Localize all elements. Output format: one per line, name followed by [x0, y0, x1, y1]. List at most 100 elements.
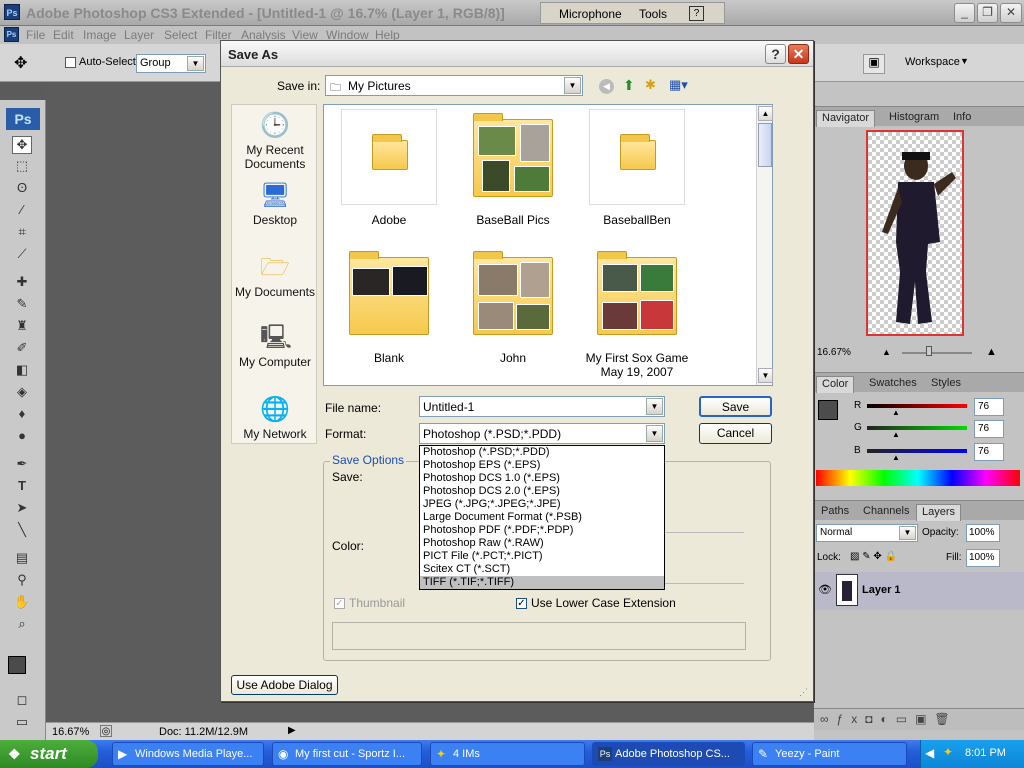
eyedropper-tool-icon[interactable]: ⚲ — [12, 572, 32, 590]
folder-item-my-first-sox-game[interactable]: My First Sox Game May 19, 2007 — [574, 247, 700, 379]
layers-footer-icons[interactable]: ∞ƒx◘◐▭▣🗑 — [814, 708, 1024, 730]
type-tool-icon[interactable]: T — [12, 478, 32, 496]
place-my-documents[interactable]: 🗁 My Documents — [232, 253, 318, 299]
tab-info[interactable]: Info — [948, 110, 976, 127]
save-in-dropdown[interactable]: 🗀 My Pictures ▼ — [325, 75, 583, 96]
view-menu-icon[interactable]: ▦▾ — [669, 77, 688, 93]
taskbar-item-photoshop[interactable]: Ps Adobe Photoshop CS... — [592, 742, 745, 766]
status-icon[interactable]: ◎ — [100, 725, 112, 737]
menu-layer[interactable]: Layer — [124, 28, 154, 42]
eraser-tool-icon[interactable]: ◧ — [12, 362, 32, 380]
folder-item-john[interactable]: John — [458, 247, 568, 365]
folder-item-baseballben[interactable]: BaseballBen — [582, 109, 692, 227]
blend-mode-dropdown[interactable]: Normal ▼ — [816, 524, 918, 542]
notes-tool-icon[interactable]: ▤ — [12, 550, 32, 568]
healing-brush-icon[interactable]: ✚ — [12, 274, 32, 292]
format-option[interactable]: Photoshop DCS 2.0 (*.EPS) — [420, 485, 664, 498]
zoom-in-icon[interactable]: ▲ — [986, 346, 997, 358]
taskbar-item-media-player[interactable]: ▶ Windows Media Playe... — [112, 742, 264, 766]
scroll-thumb[interactable] — [758, 123, 772, 167]
menu-select[interactable]: Select — [164, 28, 197, 42]
tab-histogram[interactable]: Histogram — [884, 110, 944, 127]
line-tool-icon[interactable]: ╲ — [12, 522, 32, 540]
format-option[interactable]: Scitex CT (*.SCT) — [420, 563, 664, 576]
help-icon[interactable]: ? — [689, 6, 704, 21]
layer-row[interactable]: 👁 Layer 1 — [814, 572, 1024, 610]
fill-field[interactable]: 100% — [966, 549, 1000, 567]
format-option[interactable]: Photoshop Raw (*.RAW) — [420, 537, 664, 550]
tab-layers[interactable]: Layers — [916, 504, 962, 521]
brush-tool-icon[interactable]: ✎ — [12, 296, 32, 314]
scroll-up-icon[interactable]: ▲ — [758, 106, 773, 121]
paint-bucket-icon[interactable]: ◈ — [12, 384, 32, 402]
blur-tool-icon[interactable]: ♦ — [12, 406, 32, 424]
format-option[interactable]: JPEG (*.JPG;*.JPEG;*.JPE) — [420, 498, 664, 511]
scroll-down-icon[interactable]: ▼ — [758, 368, 773, 383]
place-my-computer[interactable]: 🖳 My Computer — [232, 323, 318, 369]
tab-paths[interactable]: Paths — [816, 504, 854, 521]
format-option[interactable]: Large Document Format (*.PSB) — [420, 511, 664, 524]
format-option-selected[interactable]: TIFF (*.TIF;*.TIFF) — [420, 576, 664, 589]
tab-channels[interactable]: Channels — [858, 504, 914, 521]
microphone-button[interactable]: Microphone — [559, 7, 622, 21]
lock-icon[interactable]: ▨ ✎ ✥ 🔒 — [850, 551, 897, 562]
move-tool-icon[interactable]: ✥ — [12, 136, 32, 154]
bridge-icon[interactable]: ▣ — [863, 54, 885, 74]
magic-wand-tool-icon[interactable]: ⁄ — [12, 202, 32, 220]
help-button[interactable]: ? — [765, 44, 786, 64]
marquee-tool-icon[interactable]: ⬚ — [12, 158, 32, 176]
close-app-button[interactable]: ✕ — [1000, 3, 1022, 23]
cancel-button[interactable]: Cancel — [699, 423, 772, 444]
use-adobe-dialog-button[interactable]: Use Adobe Dialog — [231, 675, 338, 695]
path-selection-icon[interactable]: ➤ — [12, 500, 32, 518]
taskbar-item-paint[interactable]: ✎ Yeezy - Paint — [752, 742, 907, 766]
hand-tool-icon[interactable]: ✋ — [12, 594, 32, 612]
menu-image[interactable]: Image — [83, 28, 116, 42]
photoshop-app-icon[interactable]: Ps — [4, 4, 20, 20]
red-value-field[interactable]: 76 — [974, 398, 1004, 416]
format-option[interactable]: Photoshop DCS 1.0 (*.EPS) — [420, 472, 664, 485]
tab-navigator[interactable]: Navigator — [816, 110, 876, 127]
move-tool-icon[interactable]: ✥ — [14, 53, 27, 73]
resize-grip-icon[interactable]: ⋰ — [799, 687, 808, 698]
green-value-field[interactable]: 76 — [974, 420, 1004, 438]
slider-thumb-icon[interactable]: ▲ — [892, 408, 900, 417]
menu-file[interactable]: File — [26, 28, 45, 42]
up-folder-icon[interactable]: ⬆ — [623, 77, 635, 94]
crop-tool-icon[interactable]: ⌗ — [12, 224, 32, 242]
close-dialog-button[interactable]: ✕ — [788, 44, 809, 64]
start-button[interactable]: ❖ start — [0, 740, 98, 768]
format-option[interactable]: PICT File (*.PCT;*.PICT) — [420, 550, 664, 563]
foreground-color-swatch[interactable] — [8, 656, 26, 674]
folder-item-baseball-pics[interactable]: BaseBall Pics — [458, 109, 568, 227]
minimize-button[interactable]: _ — [954, 3, 975, 23]
thumbnail-checkbox[interactable]: ✓ — [334, 598, 345, 609]
navigator-zoom[interactable]: 16.67% — [817, 347, 851, 358]
zoom-tool-icon[interactable]: ⌕ — [12, 616, 32, 634]
format-dropdown[interactable]: Photoshop (*.PSD;*.PDD) ▼ — [419, 423, 665, 444]
zoom-slider[interactable] — [902, 352, 972, 354]
taskbar-item-firefox[interactable]: ◉ My first cut - Sportz I... — [272, 742, 422, 766]
tray-arrow-icon[interactable]: ◀ — [925, 746, 934, 760]
file-list-scrollbar[interactable]: ▲ ▼ — [756, 105, 773, 385]
restore-button[interactable]: ❐ — [977, 3, 998, 23]
slider-thumb-icon[interactable]: ▲ — [892, 453, 900, 462]
navigator-preview[interactable] — [866, 130, 964, 336]
tab-swatches[interactable]: Swatches — [864, 376, 922, 393]
lasso-tool-icon[interactable]: ʘ — [12, 180, 32, 198]
tab-styles[interactable]: Styles — [926, 376, 966, 393]
folder-item-adobe[interactable]: Adobe — [334, 109, 444, 227]
place-my-network[interactable]: 🌐 My Network — [232, 395, 318, 441]
dodge-tool-icon[interactable]: ● — [12, 428, 32, 446]
blue-value-field[interactable]: 76 — [974, 443, 1004, 461]
format-option[interactable]: Photoshop PDF (*.PDF;*.PDP) — [420, 524, 664, 537]
aim-tray-icon[interactable]: ✦ — [943, 745, 953, 759]
file-name-input[interactable]: Untitled-1 ▼ — [419, 396, 665, 417]
slider-thumb-icon[interactable]: ▲ — [892, 430, 900, 439]
taskbar-item-aim[interactable]: ✦ 4 IMs — [430, 742, 585, 766]
blue-slider[interactable] — [867, 449, 967, 453]
folder-item-blank[interactable]: Blank — [334, 247, 444, 365]
status-menu-arrow-icon[interactable]: ▶ — [288, 725, 296, 736]
back-icon[interactable]: ◀ — [599, 79, 614, 94]
layer-name[interactable]: Layer 1 — [862, 584, 901, 596]
